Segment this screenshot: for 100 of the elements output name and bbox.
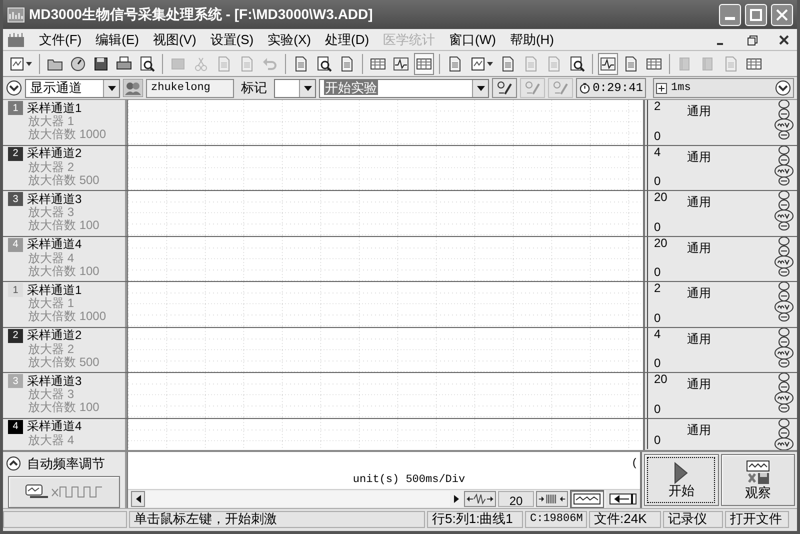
scale-top: 2: [654, 282, 662, 294]
action-button[interactable]: 观察: [720, 454, 795, 506]
scale-top: 20: [654, 373, 668, 385]
menu-item[interactable]: 实验(X): [268, 30, 311, 50]
action-button[interactable]: 开始: [644, 454, 718, 506]
unit-label: 通用: [687, 103, 712, 120]
undo-icon: [262, 56, 278, 72]
amplifier-text: 放大器 4: [27, 252, 76, 264]
close-icon[interactable]: [778, 34, 790, 46]
expand-icon[interactable]: [656, 82, 667, 94]
scale-bottom: 0: [654, 130, 662, 144]
window-title: MD3000生物信号采集处理系统 - [F:\MD3000\W3.ADD]: [29, 5, 374, 24]
experiment-dropdown[interactable]: 开始实验: [319, 78, 489, 98]
frequency-button[interactable]: [8, 476, 120, 508]
document-icon: [500, 56, 516, 72]
mark-dropdown[interactable]: [274, 78, 316, 98]
scale-control-icon[interactable]: [774, 328, 794, 370]
scale-control-icon[interactable]: [774, 236, 794, 278]
scale-control-icon[interactable]: [774, 418, 794, 450]
scroll-left-button[interactable]: [131, 491, 145, 507]
menu-item[interactable]: 处理(D): [324, 30, 370, 50]
channel-badge[interactable]: 1: [8, 283, 23, 297]
magnifier-icon: [569, 56, 585, 72]
view-tool-button[interactable]: [606, 490, 640, 508]
users-icon[interactable]: [123, 79, 143, 97]
close-button[interactable]: [771, 4, 793, 26]
user-field[interactable]: zhukelong: [146, 78, 234, 98]
caret-icon: [487, 62, 493, 66]
scale-bottom: 0: [654, 266, 662, 281]
magnifier-icon: [139, 56, 155, 72]
jump-icon: [609, 493, 637, 505]
channel-badge[interactable]: 2: [8, 328, 23, 342]
menu-item[interactable]: 设置(S): [210, 30, 254, 50]
channel-name: 采样通道2: [27, 329, 82, 342]
collapse-icon[interactable]: [6, 80, 22, 96]
gain-text: 放大倍数 100: [27, 401, 100, 414]
scale-control-icon[interactable]: [774, 100, 794, 142]
document-icon: [447, 56, 463, 72]
signal-pulse-icon: [24, 482, 104, 500]
channel-badge[interactable]: 1: [8, 101, 23, 115]
mark-label: 标记: [240, 79, 268, 98]
channel-dropdown[interactable]: 显示通道: [25, 78, 120, 98]
app-icon: [7, 6, 25, 22]
document-icon: [293, 56, 309, 72]
menu-item[interactable]: 编辑(E): [96, 30, 139, 50]
toolbar-button[interactable]: [414, 52, 434, 74]
gain-text: 放大倍数 1000: [27, 310, 108, 323]
zoom-value-field[interactable]: 20: [498, 491, 534, 507]
stopwatch-icon[interactable]: [579, 80, 591, 96]
gauge-icon: [70, 56, 86, 72]
dropdown-arrow-icon: [304, 86, 312, 90]
document-icon: [216, 56, 232, 72]
collapse-icon[interactable]: [775, 80, 791, 96]
channel-name: 采样通道3: [27, 192, 82, 206]
chart-icon: [470, 56, 486, 72]
expand-wave-button[interactable]: [536, 491, 568, 507]
menu-item[interactable]: 视图(V): [152, 30, 196, 50]
expand-icon[interactable]: [6, 456, 21, 472]
scale-control-icon[interactable]: [774, 282, 794, 324]
pen-button[interactable]: [492, 78, 517, 98]
pen-icon: [524, 81, 540, 95]
amplifier-text: 放大器 4: [27, 434, 76, 446]
scale-top: 2: [654, 100, 662, 112]
document-icon: [546, 56, 562, 72]
gain-text: 放大倍数 100: [27, 264, 100, 278]
toolbar-button[interactable]: [598, 52, 618, 74]
minimize-icon: [725, 17, 735, 20]
status-text: 打开文件: [725, 510, 789, 528]
menu-item[interactable]: 文件(F): [39, 30, 82, 50]
scale-bottom: 0: [654, 312, 662, 326]
arrow-left-icon: [136, 495, 140, 503]
channel-name: 采样通道3: [27, 374, 82, 388]
menu-item[interactable]: 帮助(H): [510, 30, 554, 50]
scale-top: 20: [654, 191, 668, 203]
scale-control-icon[interactable]: [774, 373, 794, 415]
dropdown-arrow-icon: [476, 86, 484, 90]
channel-name: 采样通道2: [27, 147, 82, 160]
maximize-button[interactable]: [745, 4, 767, 26]
scale-control-icon[interactable]: [774, 146, 794, 188]
maximize-icon: [749, 8, 763, 22]
scale-top: 20: [654, 236, 668, 248]
scale-bottom: 0: [654, 402, 662, 418]
channel-badge[interactable]: 2: [8, 146, 23, 160]
square-icon: [170, 56, 186, 72]
channel-badge[interactable]: 4: [8, 420, 23, 434]
channel-name: 采样通道1: [27, 284, 82, 296]
amplifier-text: 放大器 3: [27, 206, 76, 219]
amplifier-text: 放大器 1: [27, 297, 76, 310]
scale-bottom: 0: [654, 220, 662, 236]
minimize-button[interactable]: [719, 4, 741, 26]
view-tool-button[interactable]: [570, 490, 604, 508]
restore-icon[interactable]: [746, 34, 758, 46]
compress-button[interactable]: [464, 491, 496, 507]
gain-text: 放大倍数 500: [27, 174, 100, 186]
amplifier-text: 放大器 2: [27, 342, 76, 356]
document-icon: [239, 56, 255, 72]
scale-control-icon[interactable]: [774, 191, 794, 233]
menu-item[interactable]: 窗口(W): [449, 30, 496, 50]
channel-badge[interactable]: 3: [8, 192, 23, 206]
amplifier-text: 放大器 3: [27, 388, 76, 401]
